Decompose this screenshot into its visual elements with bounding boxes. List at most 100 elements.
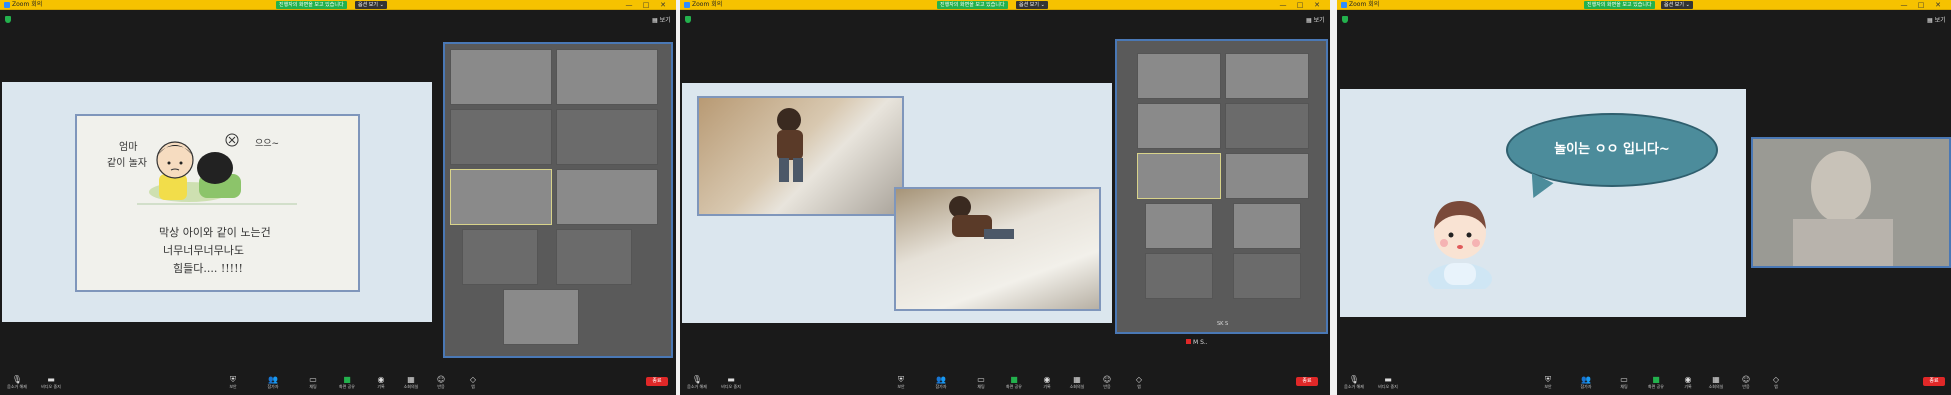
share-screen-button[interactable]: ■ 화면 공유: [1645, 375, 1667, 390]
share-screen-button[interactable]: ■ 화면 공유: [1003, 375, 1025, 390]
apps-button[interactable]: ◇ 앱: [1765, 375, 1787, 390]
word-play-together: 같이 놀자: [107, 158, 147, 169]
security-button[interactable]: ⛨ 보안: [222, 375, 244, 390]
share-screen-icon: ■: [1652, 375, 1660, 384]
security-shield-icon: [1342, 16, 1348, 23]
minimize-button[interactable]: —: [1899, 0, 1909, 10]
mute-button[interactable]: 🎙 음소거 해제: [6, 375, 28, 390]
participant-tile-active[interactable]: [1137, 153, 1221, 199]
share-screen-icon: ■: [343, 375, 351, 384]
people-icon: 👥: [1581, 375, 1591, 384]
close-button[interactable]: ✕: [1933, 0, 1943, 10]
maximize-button[interactable]: □: [1916, 0, 1926, 10]
participants-button[interactable]: 👥 참가자: [262, 375, 284, 390]
view-button[interactable]: ▦ 보기: [652, 15, 671, 24]
end-button[interactable]: 종료: [1923, 377, 1945, 386]
mute-button[interactable]: 🎙 음소거 해제: [1343, 375, 1365, 390]
zoom-logo-icon: [684, 1, 690, 8]
video-icon: ▬: [47, 375, 55, 384]
people-icon: 👥: [268, 375, 278, 384]
participant-tile[interactable]: [556, 109, 658, 165]
security-shield-icon: [5, 16, 11, 23]
share-screen-button[interactable]: ■ 화면 공유: [336, 375, 358, 390]
security-button[interactable]: ⛨ 보안: [890, 375, 912, 390]
photo-child-flour-2: [894, 187, 1101, 311]
apps-button[interactable]: ◇ 앱: [462, 375, 484, 390]
end-button[interactable]: 종료: [1296, 377, 1318, 386]
video-button[interactable]: ▬ 비디오 중지: [40, 375, 62, 390]
participant-tile[interactable]: [556, 169, 658, 225]
apps-icon: ◇: [1772, 375, 1780, 384]
minimize-button[interactable]: —: [1278, 0, 1288, 10]
title-bar: Zoom 회의 진행자의 화면을 보고 있습니다 옵션 보기 ⌄ — □ ✕: [0, 0, 676, 10]
video-button[interactable]: ▬ 비디오 중지: [720, 375, 742, 390]
chat-button[interactable]: ▭ 채팅: [302, 375, 324, 390]
participants-button[interactable]: 👥 참가자: [1575, 375, 1597, 390]
participant-tile-active[interactable]: [450, 169, 552, 225]
record-button[interactable]: ◉ 기록: [370, 375, 392, 390]
caption-line-3: 힘들다.... !!!!!: [173, 262, 243, 275]
participant-tile[interactable]: [1233, 203, 1301, 249]
mic-off-icon: 🎙: [691, 375, 703, 384]
participant-video[interactable]: [1751, 137, 1951, 268]
boy-avatar-illustration: [1428, 201, 1492, 289]
apps-button[interactable]: ◇ 앱: [1128, 375, 1150, 390]
security-shield-icon: [685, 16, 691, 23]
participant-tile[interactable]: [503, 289, 579, 345]
maximize-button[interactable]: □: [1295, 0, 1305, 10]
record-button[interactable]: ◉ 기록: [1036, 375, 1058, 390]
participant-tile[interactable]: [556, 229, 632, 285]
view-button[interactable]: ▦ 보기: [1306, 15, 1325, 24]
participant-tile[interactable]: [1145, 253, 1213, 299]
record-button[interactable]: ◉ 기록: [1677, 375, 1699, 390]
viewing-banner: 진행자의 화면을 보고 있습니다: [937, 1, 1008, 9]
window-title: Zoom 회의: [684, 1, 722, 9]
view-options-button[interactable]: 옵션 보기 ⌄: [1661, 1, 1693, 9]
participant-tile[interactable]: [1225, 103, 1309, 149]
participant-tile[interactable]: [1225, 53, 1309, 99]
end-button[interactable]: 종료: [646, 377, 668, 386]
mute-button[interactable]: 🎙 음소거 해제: [686, 375, 708, 390]
breakout-button[interactable]: ▦ 소회의실: [1705, 375, 1727, 390]
reactions-button[interactable]: ☺ 반응: [1096, 375, 1118, 390]
participant-tile[interactable]: [450, 109, 552, 165]
maximize-button[interactable]: □: [641, 0, 651, 10]
share-screen-icon: ■: [1010, 375, 1018, 384]
meeting-toolbar: 🎙 음소거 해제 ▬ 비디오 중지 ⛨ 보안 👥 참가자 ▭ 채팅 ■ 화면 공유 ◉ 기록 …: [0, 373, 676, 395]
participant-tile[interactable]: [1137, 53, 1221, 99]
participant-tile[interactable]: [1137, 103, 1221, 149]
zoom-logo-icon: [1341, 1, 1347, 8]
participant-tile[interactable]: [1145, 203, 1213, 249]
participant-tile[interactable]: [1233, 253, 1301, 299]
record-icon: ◉: [377, 375, 385, 384]
chat-button[interactable]: ▭ 채팅: [970, 375, 992, 390]
minimize-button[interactable]: —: [624, 0, 634, 10]
chat-icon: ▭: [309, 375, 317, 384]
breakout-button[interactable]: ▦ 소회의실: [1066, 375, 1088, 390]
participant-tile[interactable]: [556, 49, 658, 105]
chat-button[interactable]: ▭ 채팅: [1613, 375, 1635, 390]
mic-muted-icon: [1186, 339, 1191, 344]
video-icon: ▬: [727, 375, 735, 384]
reactions-button[interactable]: ☺ 반응: [430, 375, 452, 390]
three-zoom-screenshots: Zoom 회의 진행자의 화면을 보고 있습니다 옵션 보기 ⌄ — □ ✕ ▦…: [0, 0, 1951, 395]
close-button[interactable]: ✕: [1312, 0, 1322, 10]
gallery-label: SK S: [1217, 321, 1229, 327]
grid-icon: ▦: [407, 375, 415, 384]
security-button[interactable]: ⛨ 보안: [1537, 375, 1559, 390]
window-title: Zoom 회의: [4, 1, 42, 9]
close-button[interactable]: ✕: [658, 0, 668, 10]
video-button[interactable]: ▬ 비디오 중지: [1377, 375, 1399, 390]
participant-tile[interactable]: [462, 229, 538, 285]
shield-icon: ⛨: [1545, 375, 1551, 384]
reactions-button[interactable]: ☺ 반응: [1735, 375, 1757, 390]
view-options-button[interactable]: 옵션 보기 ⌄: [355, 1, 387, 9]
breakout-button[interactable]: ▦ 소회의실: [400, 375, 422, 390]
view-options-button[interactable]: 옵션 보기 ⌄: [1016, 1, 1048, 9]
view-button[interactable]: ▦ 보기: [1927, 15, 1946, 24]
participant-tile[interactable]: [1225, 153, 1309, 199]
smile-icon: ☺: [1741, 375, 1751, 384]
participant-name-tag: M S..: [1186, 339, 1208, 346]
participant-tile[interactable]: [450, 49, 552, 105]
participants-button[interactable]: 👥 참가자: [930, 375, 952, 390]
